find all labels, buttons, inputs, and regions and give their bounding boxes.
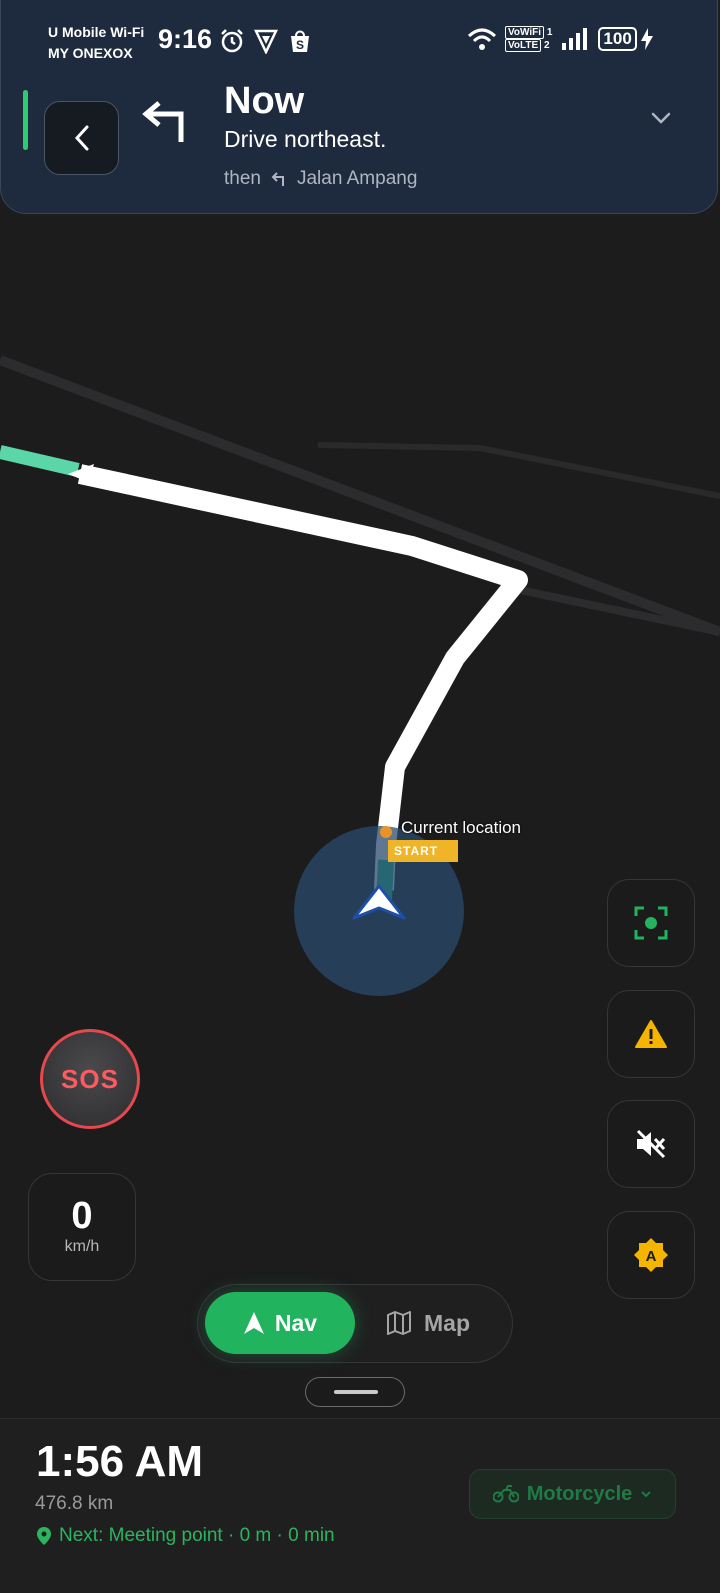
alarm-icon [221,29,243,53]
carrier-line1: U Mobile Wi-Fi [48,24,145,40]
report-hazard-button[interactable] [607,990,695,1078]
next-stop-text: Next: Meeting point · 0 m · 0 min [59,1525,335,1546]
then-street: Jalan Ampang [296,168,418,189]
small-turn-left-icon [271,172,284,186]
auto-mode-icon: A [634,1238,668,1272]
nav-tab[interactable]: Nav [205,1292,355,1354]
carrier-info: U Mobile Wi-Fi MY ONEXOX [48,22,144,64]
chevron-left-icon [74,125,88,151]
chevron-down-icon[interactable] [649,106,673,130]
signal-icon [562,28,588,50]
bottom-sheet-handle[interactable] [305,1377,405,1407]
mute-button[interactable] [607,1100,695,1188]
route-traveled [0,445,80,477]
sos-button[interactable]: SOS [40,1029,140,1129]
instruction-accent-bar [23,90,28,150]
speed-value: 0 [71,1195,93,1237]
then-label: then [224,168,261,189]
vehicle-mode-button[interactable]: Motorcycle [469,1469,676,1519]
map-tab-label: Map [424,1309,470,1336]
battery-level: 100 [598,27,637,51]
navigation-arrow-icon [243,1312,264,1334]
charging-icon [640,28,653,50]
volte-badges: VoWiFi 1 VoLTE 2 [505,26,552,52]
instruction-subtitle: Drive northeast. [224,126,387,152]
motorcycle-icon [492,1485,519,1503]
nav-tab-label: Nav [274,1309,318,1336]
volte-badge: VoLTE [505,39,542,52]
back-button[interactable] [44,101,119,175]
map-road [0,355,720,637]
next-stop: Next: Meeting point · 0 m · 0 min [37,1525,335,1547]
auto-brightness-button[interactable]: A [607,1211,695,1299]
vowifi-badge: VoWiFi [505,26,545,39]
recenter-icon [634,906,668,940]
instruction-title: Now [224,80,305,122]
eta-time: 1:56 AM [36,1437,204,1486]
speed-unit: km/h [64,1238,100,1255]
carrier-line2: MY ONEXOX [48,45,133,61]
vpn-shield-icon [254,29,278,54]
location-pin-icon [37,1527,51,1545]
svg-text:A: A [646,1248,657,1265]
map-tab[interactable]: Map [386,1292,506,1354]
recenter-button[interactable] [607,879,695,967]
speedometer: 0 km/h [28,1173,136,1281]
remaining-distance: 476.8 km [35,1493,114,1514]
status-icons-left: S [219,28,313,54]
chevron-down-icon [641,1491,652,1498]
volume-mute-icon [636,1129,666,1159]
start-dot [380,826,392,838]
svg-text:S: S [296,38,304,52]
wifi-icon [467,28,497,50]
next-instruction: then Jalan Ampang [224,168,417,190]
battery-indicator: 100 [598,27,653,51]
turn-left-icon [142,101,184,142]
current-location-label: Current location [401,818,522,837]
start-flag: START [388,840,458,862]
instruction-header: U Mobile Wi-Fi MY ONEXOX 9:16 S VoWiFi 1… [0,0,718,214]
trip-summary-panel: 1:56 AM 476.8 km Next: Meeting point · 0… [0,1418,720,1593]
shopee-icon: S [291,30,309,52]
map-road [317,442,720,499]
status-icons-right: VoWiFi 1 VoLTE 2 100 [467,26,653,52]
warning-icon [635,1020,667,1048]
mode-toggle: Nav Map [197,1284,513,1363]
map-icon [387,1311,411,1335]
status-time: 9:16 [158,24,213,54]
vehicle-mode-label: Motorcycle [526,1482,633,1505]
